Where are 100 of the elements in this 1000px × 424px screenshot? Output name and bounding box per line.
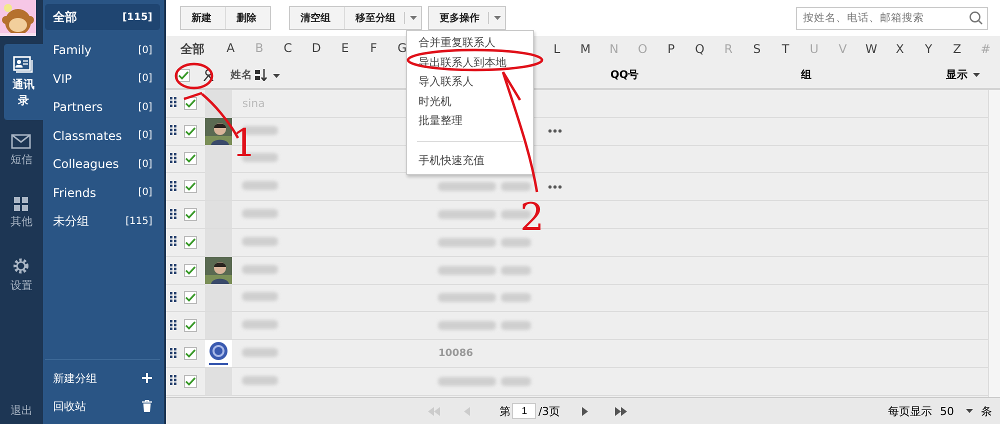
letter-filter[interactable]: Z [942, 42, 972, 56]
dropdown-button[interactable]: 移至分组 [344, 7, 422, 29]
annotation-number: 1 [232, 124, 256, 162]
logout-link[interactable]: 退出 [0, 403, 43, 424]
row-checkbox[interactable] [184, 208, 198, 222]
page-label: 第 [499, 404, 510, 418]
caret-icon [966, 409, 973, 413]
group-item[interactable]: 未分组 [115] [44, 207, 160, 236]
sidebar-link[interactable]: 回收站 [52, 398, 86, 414]
group-item[interactable]: Colleagues [0] [44, 150, 160, 178]
drag-handle-icon[interactable] [170, 152, 178, 163]
group-item[interactable]: Friends [0] [44, 178, 160, 207]
letter-filter[interactable]: E [330, 40, 360, 58]
group-count: [115] [125, 216, 152, 227]
group-item[interactable]: Family [0] [44, 36, 160, 64]
row-checkbox[interactable] [184, 347, 198, 360]
search-field[interactable]: 按姓名、电话、邮箱搜索 [796, 6, 988, 30]
caret-icon [494, 16, 502, 20]
column-header: QQ号 [610, 68, 640, 82]
letter-filter[interactable]: Q [685, 42, 714, 56]
menu-item[interactable]: 手机快速充值 [407, 150, 534, 170]
drag-handle-icon[interactable] [170, 292, 178, 302]
envelope-icon [11, 134, 32, 150]
display-menu-button[interactable]: 显示 [946, 68, 980, 82]
blurred-phone [438, 293, 496, 302]
toolbar-button[interactable]: 删除 [225, 7, 270, 29]
menu-item[interactable]: 批量整理 [407, 111, 534, 130]
group-count: [0] [138, 102, 152, 113]
letter-filter[interactable]: A [216, 40, 245, 58]
group-item[interactable]: VIP [0] [44, 64, 160, 93]
nav-tab[interactable]: 通讯录 [4, 44, 43, 120]
group-item[interactable]: 全部 [115] [44, 4, 160, 30]
drag-handle-icon[interactable] [170, 264, 178, 274]
drag-handle-icon[interactable] [170, 320, 178, 330]
letter-filter[interactable]: S [742, 42, 772, 56]
letter-filter[interactable]: P [656, 42, 686, 56]
blurred-name [242, 264, 278, 274]
grid-icon [14, 196, 28, 211]
letter-filter[interactable]: X [886, 42, 914, 56]
page-field[interactable]: 1 [512, 403, 536, 419]
letter-filter[interactable]: T [771, 42, 800, 56]
nav-tab[interactable]: 设置 [0, 244, 43, 306]
group-item[interactable]: Partners [0] [44, 93, 160, 122]
caret-icon [973, 73, 980, 77]
plus-icon[interactable] [142, 373, 152, 383]
menu-item[interactable]: 导入联系人 [407, 72, 534, 92]
blurred-phone [438, 238, 496, 247]
search-icon[interactable] [969, 10, 983, 24]
group-item[interactable]: Classmates [0] [44, 122, 160, 150]
drag-handle-icon[interactable] [170, 125, 178, 136]
more-icon[interactable] [548, 184, 562, 189]
row-checkbox[interactable] [184, 291, 198, 304]
row-checkbox[interactable] [184, 236, 198, 249]
group-count: [0] [138, 158, 152, 170]
row-checkbox[interactable] [184, 319, 198, 332]
row-checkbox[interactable] [184, 124, 198, 138]
per-page-select[interactable]: 50 [940, 404, 973, 418]
page-label: /3页 [538, 404, 560, 418]
nav-tab[interactable]: 短信 [0, 120, 43, 182]
more-icon[interactable] [548, 129, 562, 134]
blurred-location [501, 321, 532, 330]
trash-icon[interactable] [142, 400, 152, 412]
letter-filter[interactable]: W [857, 42, 886, 56]
letter-filter[interactable]: L [542, 42, 572, 56]
sort-icon[interactable] [255, 69, 270, 81]
blurred-name [242, 348, 278, 358]
group-count: [0] [138, 73, 152, 84]
caret-icon [273, 74, 280, 78]
row-checkbox[interactable] [184, 180, 198, 194]
row-checkbox[interactable] [184, 264, 198, 277]
dropdown-button[interactable]: 更多操作 [429, 7, 506, 29]
drag-handle-icon[interactable] [170, 348, 178, 358]
menu-item[interactable]: 合并重复联系人 [407, 33, 534, 52]
row-checkbox[interactable] [184, 152, 198, 166]
next-page-icon[interactable] [582, 406, 588, 416]
letter-filter[interactable]: D [302, 40, 331, 58]
blurred-location [501, 266, 532, 275]
row-checkbox[interactable] [184, 374, 198, 388]
blurred-phone [438, 376, 496, 386]
letter-filter[interactable]: C [274, 40, 302, 58]
letter-filter[interactable]: M [571, 42, 600, 56]
blurred-location [501, 238, 532, 247]
blurred-phone [438, 182, 496, 192]
drag-handle-icon[interactable] [170, 97, 178, 108]
nav-tab[interactable]: 其他 [0, 182, 43, 244]
toolbar-button[interactable]: 清空组 [290, 7, 344, 29]
drag-handle-icon[interactable] [170, 236, 178, 246]
blurred-name [242, 320, 278, 330]
sidebar-link[interactable]: 新建分组 [52, 370, 97, 386]
last-page-icon[interactable] [615, 406, 628, 416]
drag-handle-icon[interactable] [170, 375, 178, 386]
toolbar-button[interactable]: 新建 [181, 7, 226, 29]
drag-handle-icon[interactable] [170, 180, 178, 191]
drag-handle-icon[interactable] [170, 208, 178, 219]
letter-filter[interactable]: Y [914, 42, 943, 56]
letter-filter[interactable]: 全部 [180, 40, 216, 58]
annotation-number: 2 [520, 198, 544, 236]
menu-item[interactable]: 时光机 [407, 92, 534, 111]
blurred-location [501, 293, 532, 302]
letter-filter[interactable]: F [359, 40, 388, 58]
